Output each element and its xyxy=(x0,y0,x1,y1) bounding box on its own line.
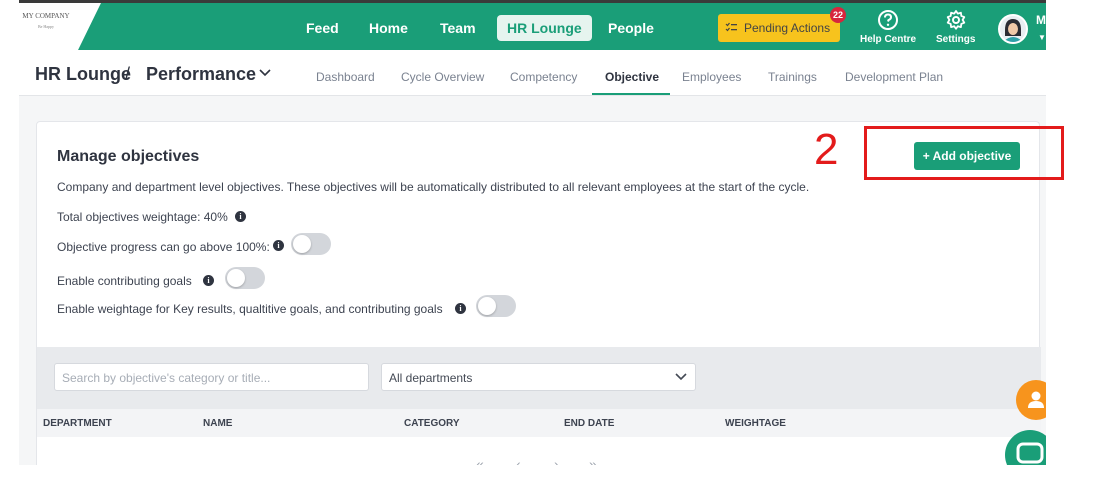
gear-icon xyxy=(946,10,965,30)
person-icon xyxy=(1028,391,1044,408)
chat-bubble-icon xyxy=(1016,442,1044,464)
annotation-highlight-box xyxy=(864,126,1064,180)
info-icon[interactable]: i xyxy=(203,275,214,286)
info-icon[interactable]: i xyxy=(455,303,466,314)
department-select-value: All departments xyxy=(389,371,473,385)
column-header-department[interactable]: DEPARTMENT xyxy=(43,418,112,429)
company-logo: MY COMPANY Be Happy xyxy=(21,12,71,29)
pending-actions-count-badge: 22 xyxy=(830,7,846,23)
info-icon[interactable]: i xyxy=(235,211,246,222)
toggle-knob xyxy=(293,235,311,253)
table-header-row: DEPARTMENT NAME CATEGORY END DATE WEIGHT… xyxy=(37,409,1041,437)
objectives-description: Company and department level objectives.… xyxy=(57,180,810,194)
help-centre-label: Help Centre xyxy=(860,34,917,45)
toggle-knob xyxy=(478,297,496,315)
screenshot-canvas: MY COMPANY Be Happy Feed Home Team HR Lo… xyxy=(0,0,1117,487)
progress-above-100-label: Objective progress can go above 100%: xyxy=(57,240,270,254)
company-logo-tagline: Be Happy xyxy=(37,24,55,29)
checklist-icon xyxy=(725,22,737,32)
objective-search-input[interactable]: Search by objective's category or title.… xyxy=(54,363,369,391)
column-header-end-date[interactable]: END DATE xyxy=(564,418,614,429)
logo-area[interactable]: MY COMPANY Be Happy xyxy=(19,3,101,50)
first-page-button[interactable]: « xyxy=(476,456,484,465)
nav-people[interactable]: People xyxy=(608,15,654,41)
chevron-down-icon[interactable] xyxy=(259,68,271,78)
last-page-button[interactable]: » xyxy=(589,456,597,465)
department-select[interactable]: All departments xyxy=(381,363,696,391)
active-tab-indicator xyxy=(592,93,670,95)
next-page-button[interactable]: › xyxy=(554,456,559,465)
app-window: MY COMPANY Be Happy Feed Home Team HR Lo… xyxy=(19,0,1046,465)
tab-dashboard[interactable]: Dashboard xyxy=(316,70,375,84)
breadcrumb-separator: / xyxy=(125,64,131,84)
tab-competency[interactable]: Competency xyxy=(510,70,577,84)
chevron-down-icon xyxy=(675,373,687,381)
nav-home[interactable]: Home xyxy=(369,15,408,41)
weightage-key-results-label: Enable weightage for Key results, qualti… xyxy=(57,302,443,316)
help-centre-button[interactable]: Help Centre xyxy=(860,9,916,45)
tab-employees[interactable]: Employees xyxy=(682,70,741,84)
breadcrumb-section[interactable]: HR Lounge xyxy=(35,64,131,85)
pending-actions-label: Pending Actions xyxy=(744,21,831,35)
nav-hr-lounge[interactable]: HR Lounge xyxy=(497,15,592,41)
page-subheader: HR Lounge / Performance Dashboard Cycle … xyxy=(19,50,1046,96)
settings-label: Settings xyxy=(936,34,976,45)
user-avatar-icon xyxy=(1000,16,1026,42)
company-logo-name: MY COMPANY xyxy=(22,12,70,20)
top-navigation-bar: MY COMPANY Be Happy Feed Home Team HR Lo… xyxy=(19,0,1046,50)
manage-objectives-title: Manage objectives xyxy=(57,148,200,165)
annotation-step-number: 2 xyxy=(814,125,839,174)
user-support-button[interactable] xyxy=(1016,380,1046,420)
column-header-weightage[interactable]: WEIGHTAGE xyxy=(725,418,786,429)
tab-trainings[interactable]: Trainings xyxy=(768,70,817,84)
tab-cycle-overview[interactable]: Cycle Overview xyxy=(401,70,484,84)
tab-objective[interactable]: Objective xyxy=(605,70,659,84)
contributing-goals-toggle[interactable] xyxy=(225,267,265,289)
previous-page-button[interactable]: ‹ xyxy=(516,456,521,465)
user-name-initial[interactable]: M xyxy=(1036,13,1046,27)
filter-bar: Search by objective's category or title.… xyxy=(37,347,1041,409)
user-avatar[interactable] xyxy=(998,14,1028,44)
pending-actions-button[interactable]: Pending Actions xyxy=(718,14,840,42)
contributing-goals-label: Enable contributing goals xyxy=(57,274,192,288)
info-icon[interactable]: i xyxy=(273,240,284,251)
breadcrumb-page: Performance xyxy=(146,64,257,84)
column-header-name[interactable]: NAME xyxy=(203,418,232,429)
weightage-key-results-toggle[interactable] xyxy=(476,295,516,317)
toggle-knob xyxy=(227,269,245,287)
progress-above-100-toggle[interactable] xyxy=(291,233,331,255)
nav-feed[interactable]: Feed xyxy=(306,15,339,41)
nav-team[interactable]: Team xyxy=(440,15,476,41)
total-weightage-text: Total objectives weightage: 40% xyxy=(57,210,228,224)
tab-development-plan[interactable]: Development Plan xyxy=(845,70,943,84)
user-menu-chevron-icon[interactable]: ▼ xyxy=(1038,33,1046,42)
chat-button[interactable] xyxy=(1005,430,1046,465)
column-header-category[interactable]: CATEGORY xyxy=(404,418,460,429)
question-circle-icon xyxy=(878,10,899,30)
settings-button[interactable]: Settings xyxy=(936,9,975,45)
